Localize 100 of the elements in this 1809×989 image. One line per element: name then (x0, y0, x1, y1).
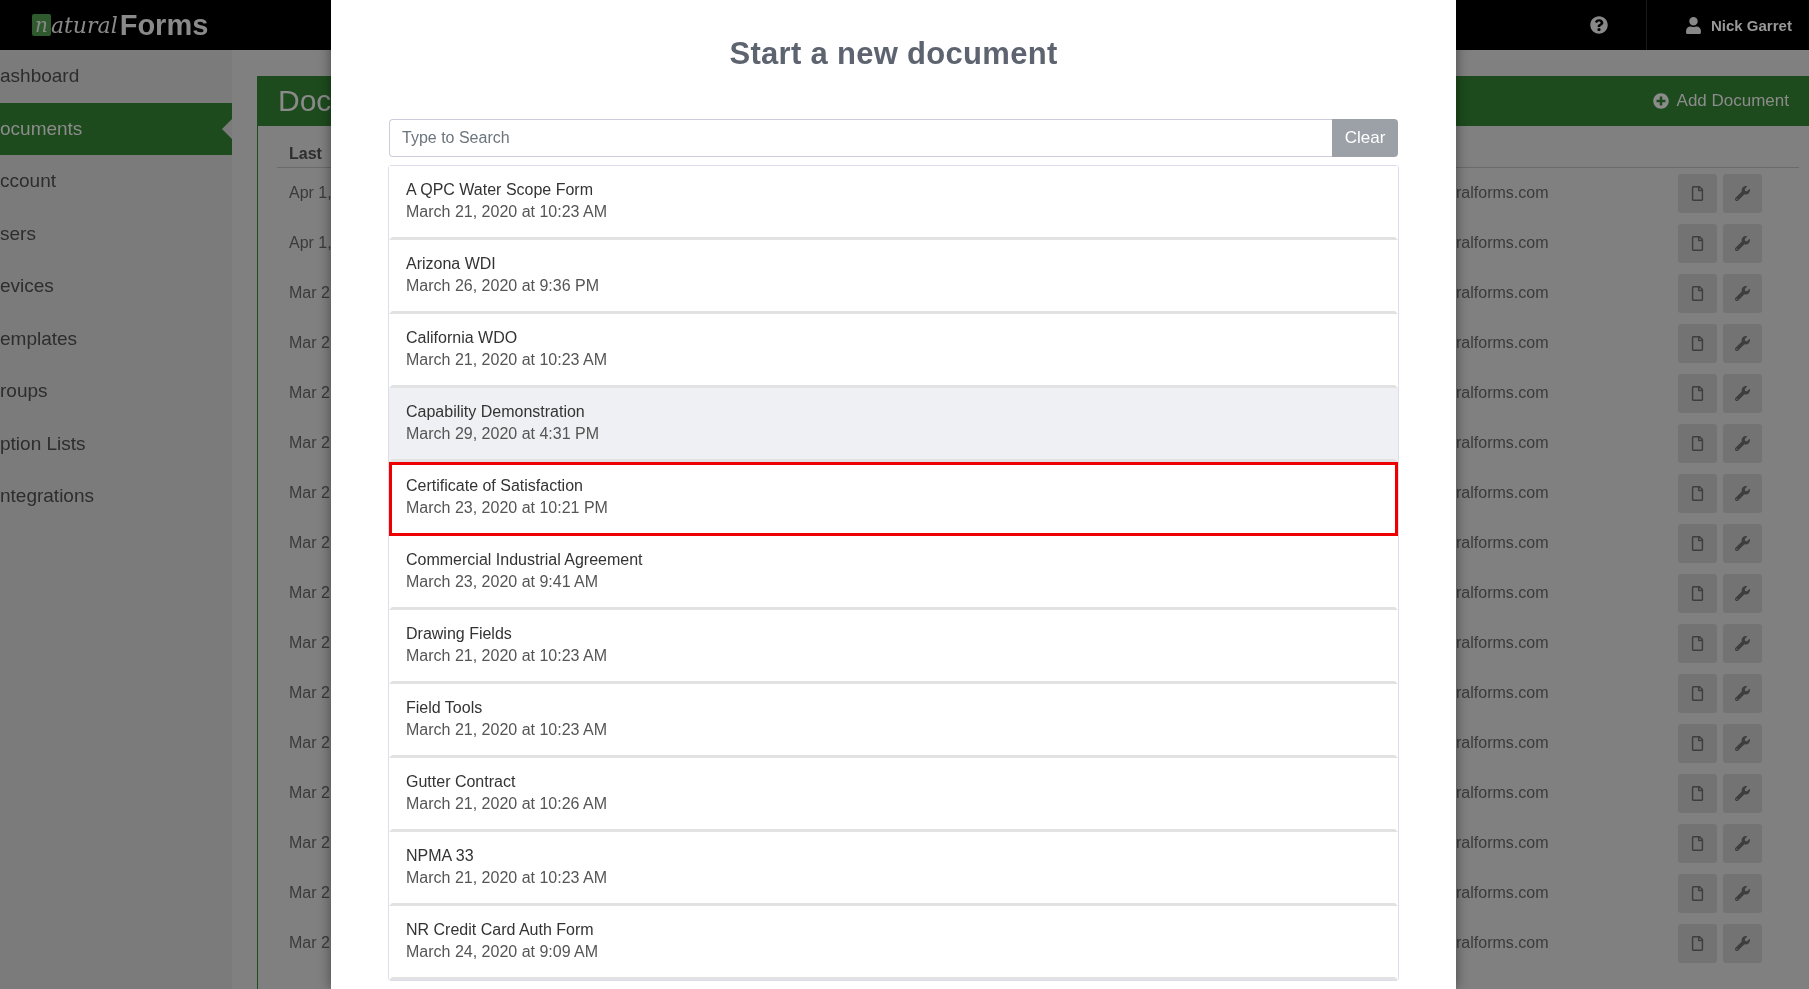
user-icon (1685, 16, 1702, 34)
table-cell-text: Apr 1, (289, 184, 333, 202)
document-button[interactable] (1678, 823, 1717, 863)
document-name: California WDO (406, 329, 519, 347)
document-button[interactable] (1678, 923, 1717, 963)
wrench-icon (1735, 835, 1750, 851)
wrench-button[interactable] (1723, 773, 1762, 813)
table-cell: ralforms.com (1456, 284, 1549, 302)
document-item[interactable]: Certificate of Satisfaction March 23, 2020 at 10:21 PM (389, 462, 1398, 536)
document-name: Certificate of Satisfaction (406, 477, 584, 495)
wrench-icon (1735, 635, 1750, 651)
file-icon (1690, 435, 1705, 451)
document-date: March 23, 2020 at 9:41 AM (406, 573, 600, 591)
wrench-button[interactable] (1723, 623, 1762, 663)
document-date: March 29, 2020 at 4:31 PM (406, 425, 600, 443)
wrench-button[interactable] (1723, 173, 1762, 213)
document-button[interactable] (1678, 223, 1717, 263)
document-name: A QPC Water Scope Form (406, 181, 594, 199)
document-button[interactable] (1678, 723, 1717, 763)
wrench-button[interactable] (1723, 923, 1762, 963)
wrench-icon (1735, 785, 1750, 801)
document-name: Field Tools (406, 699, 484, 717)
file-icon (1690, 585, 1705, 601)
table-cell: ralforms.com (1456, 934, 1549, 952)
table-cell: ralforms.com (1456, 334, 1549, 352)
table-cell-text: Mar 2 (289, 284, 331, 302)
table-cell-text: Mar 2 (289, 334, 331, 352)
document-button[interactable] (1678, 873, 1717, 913)
file-icon (1690, 535, 1705, 551)
wrench-icon (1735, 385, 1750, 401)
document-button[interactable] (1678, 573, 1717, 613)
table-cell: ralforms.com (1456, 484, 1549, 502)
document-button[interactable] (1678, 473, 1717, 513)
table-cell-text: Mar 2 (289, 734, 331, 752)
wrench-button[interactable] (1723, 273, 1762, 313)
wrench-button[interactable] (1723, 873, 1762, 913)
file-icon (1690, 685, 1705, 701)
file-icon (1690, 835, 1705, 851)
table-cell-text: Mar 2 (289, 384, 331, 402)
wrench-button[interactable] (1723, 523, 1762, 563)
document-button[interactable] (1678, 373, 1717, 413)
table-cell: ralforms.com (1456, 884, 1549, 902)
document-name: NR Credit Card Auth Form (406, 921, 595, 939)
wrench-button[interactable] (1723, 473, 1762, 513)
document-button[interactable] (1678, 523, 1717, 563)
document-button[interactable] (1678, 423, 1717, 463)
document-name: Capability Demonstration (406, 403, 586, 421)
table-cell-text: Mar 2 (289, 684, 331, 702)
file-icon (1690, 785, 1705, 801)
help-icon[interactable] (1590, 16, 1608, 34)
wrench-button[interactable] (1723, 573, 1762, 613)
document-button[interactable] (1678, 173, 1717, 213)
wrench-icon (1735, 235, 1750, 251)
table-cell-text: Mar 2 (289, 634, 331, 652)
table-cell-text: Mar 2 (289, 834, 331, 852)
wrench-icon (1735, 535, 1750, 551)
wrench-button[interactable] (1723, 423, 1762, 463)
document-button[interactable] (1678, 323, 1717, 363)
document-button[interactable] (1678, 273, 1717, 313)
document-date: March 21, 2020 at 10:23 AM (406, 869, 608, 887)
document-item[interactable]: Capability Demonstration March 29, 2020 at 4:31 PM (389, 388, 1398, 462)
wrench-icon (1735, 885, 1750, 901)
user-name[interactable]: Nick Garret (1711, 16, 1792, 34)
wrench-button[interactable] (1723, 223, 1762, 263)
wrench-icon (1735, 435, 1750, 451)
document-date: March 21, 2020 at 10:23 AM (406, 203, 608, 221)
table-cell: ralforms.com (1456, 384, 1549, 402)
table-cell: ralforms.com (1456, 684, 1549, 702)
wrench-button[interactable] (1723, 723, 1762, 763)
table-cell: ralforms.com (1456, 234, 1549, 252)
document-item[interactable]: A QPC Water Scope Form March 21, 2020 at 10:23 AM (389, 166, 1398, 240)
wrench-button[interactable] (1723, 373, 1762, 413)
wrench-button[interactable] (1723, 323, 1762, 363)
modal-title: Start a new document (729, 36, 1058, 72)
file-icon (1690, 635, 1705, 651)
wrench-icon (1735, 685, 1750, 701)
table-cell: ralforms.com (1456, 184, 1549, 202)
table-cell-text: Mar 2 (289, 534, 331, 552)
table-cell: ralforms.com (1456, 634, 1549, 652)
table-cell-text: Mar 2 (289, 484, 331, 502)
table-cell: ralforms.com (1456, 434, 1549, 452)
table-cell-text: Mar 2 (289, 884, 331, 902)
table-cell-text: Mar 2 (289, 934, 331, 952)
file-icon (1690, 735, 1705, 751)
search-field[interactable]: Type to Search (389, 119, 1332, 157)
file-icon (1690, 185, 1705, 201)
document-date: March 24, 2020 at 9:09 AM (406, 943, 600, 961)
table-cell-text: Mar 2 (289, 784, 331, 802)
document-button[interactable] (1678, 773, 1717, 813)
wrench-button[interactable] (1723, 673, 1762, 713)
document-date: March 23, 2020 at 10:21 PM (406, 499, 609, 517)
wrench-icon (1735, 485, 1750, 501)
document-button[interactable] (1678, 673, 1717, 713)
file-icon (1690, 285, 1705, 301)
file-icon (1690, 885, 1705, 901)
document-button[interactable] (1678, 623, 1717, 663)
wrench-button[interactable] (1723, 823, 1762, 863)
wrench-icon (1735, 935, 1750, 951)
panel-title: Doc (278, 84, 332, 118)
file-icon (1690, 935, 1705, 951)
